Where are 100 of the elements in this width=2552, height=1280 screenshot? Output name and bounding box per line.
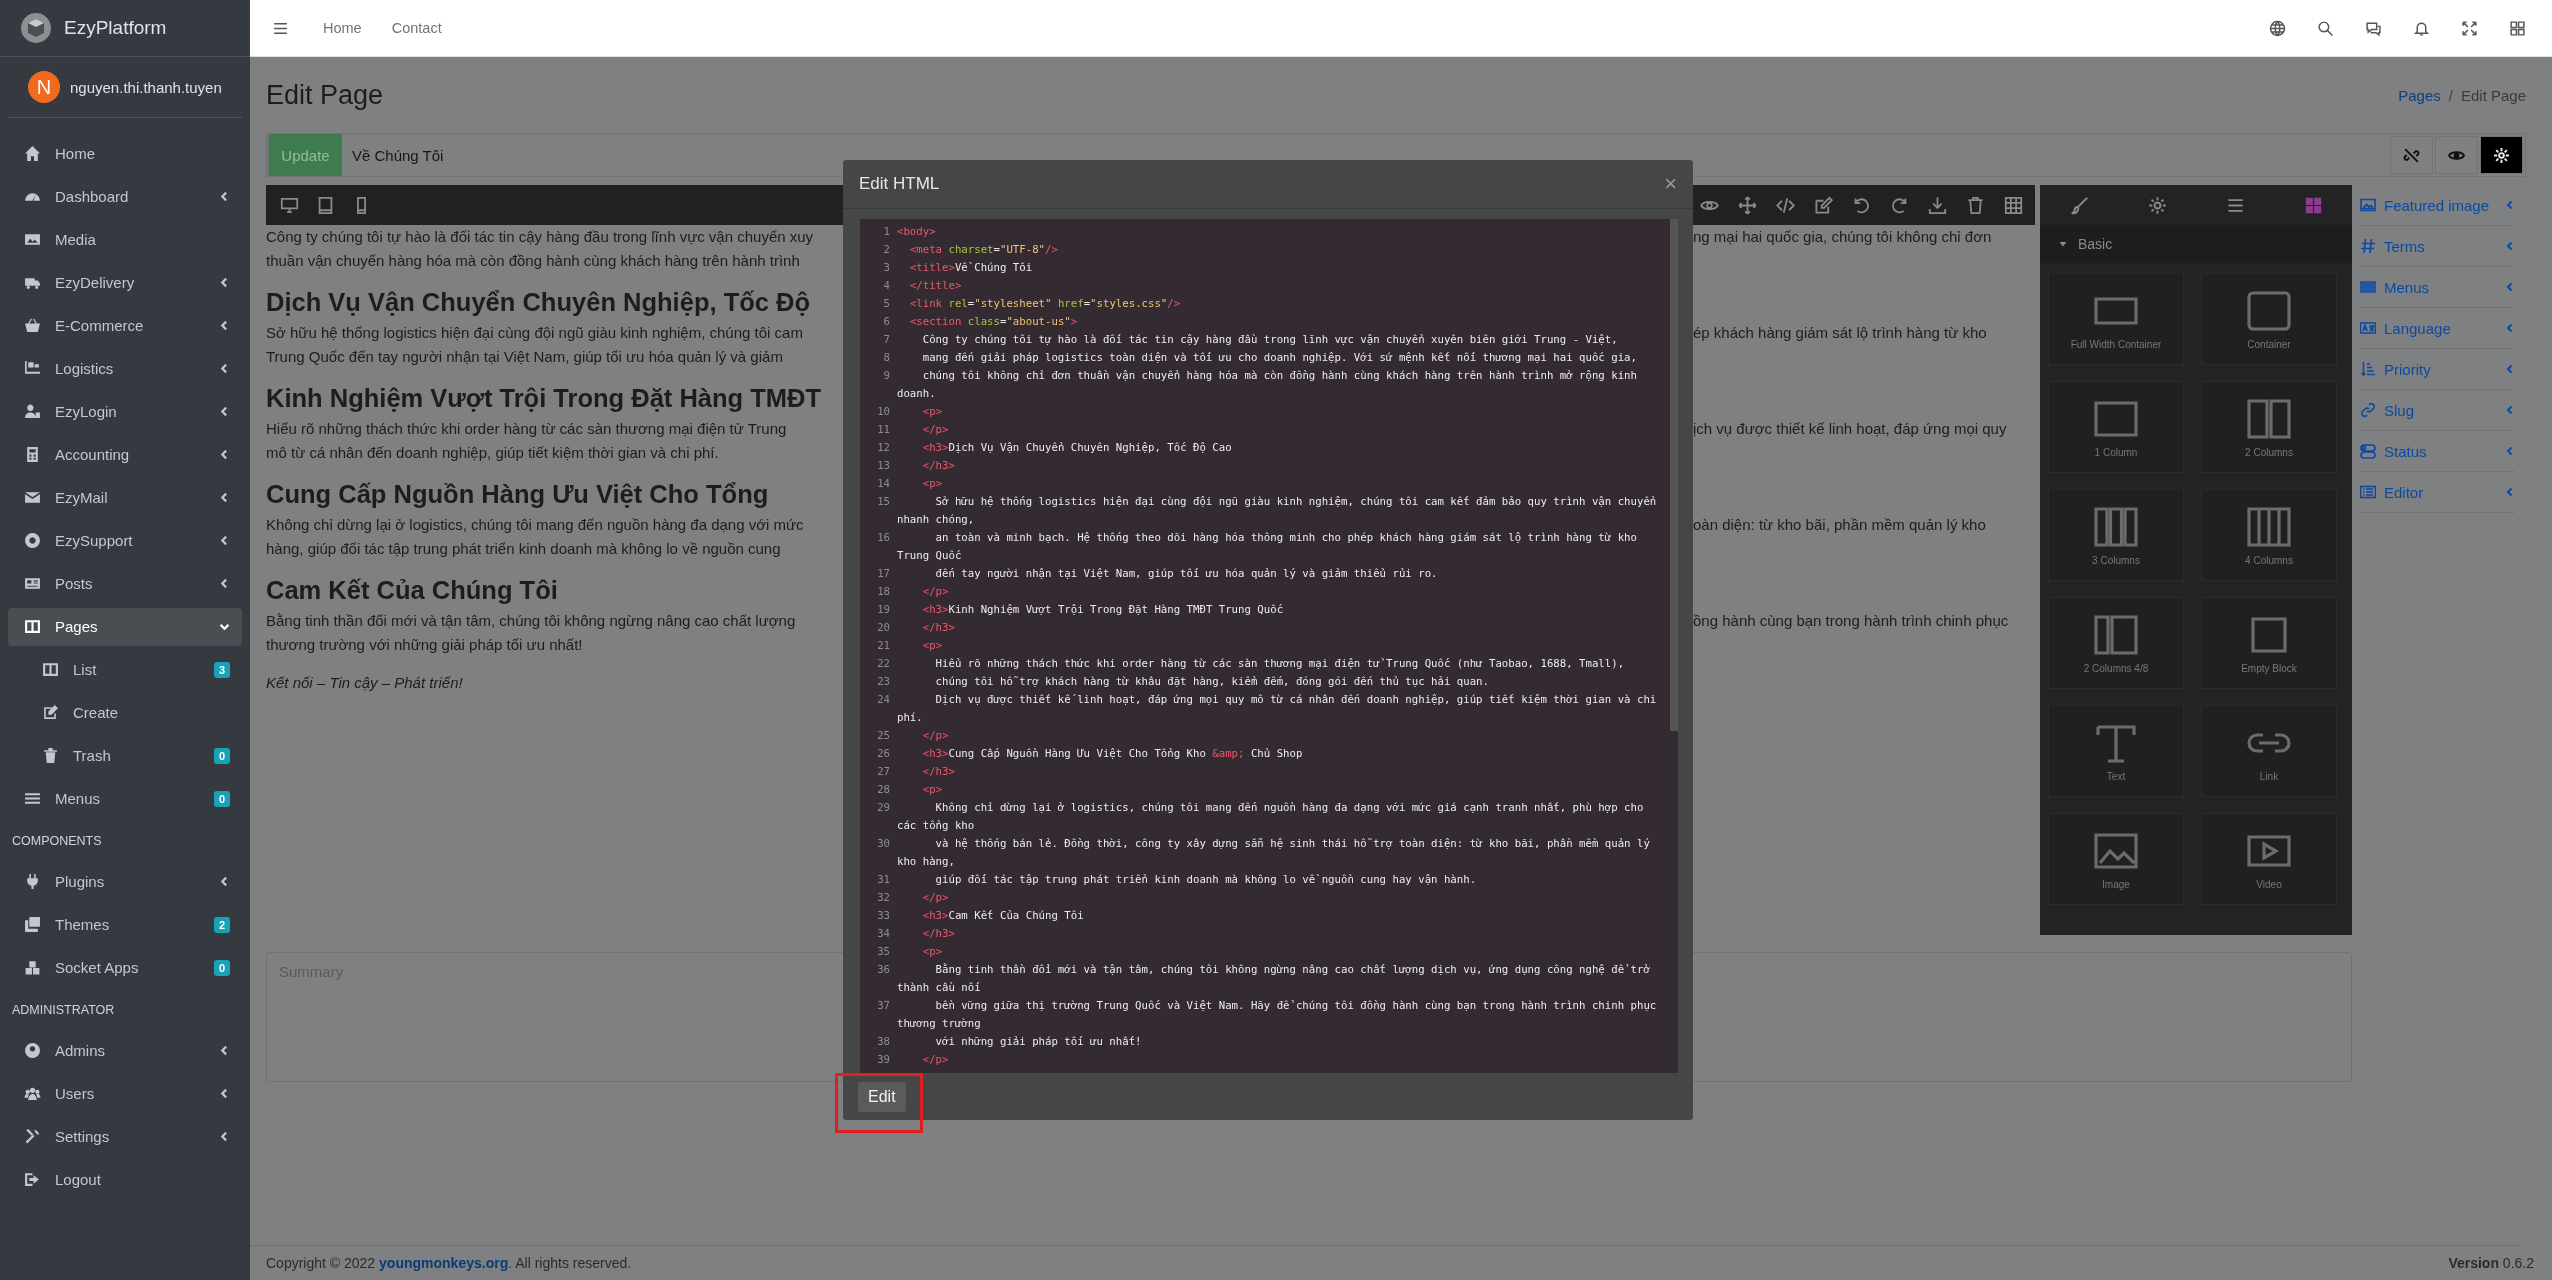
line-number: 8	[882, 350, 891, 366]
block-item[interactable]: Link	[2201, 705, 2337, 797]
sidebar-item[interactable]: EzyDelivery	[8, 263, 242, 302]
code-line: </h3>	[921, 926, 956, 942]
tablet-icon[interactable]	[316, 195, 335, 215]
paragraph-text: oàn diện: từ kho bãi, phần mềm quản lý kho	[1693, 515, 1986, 535]
sidebar-subitem[interactable]: Create	[8, 693, 242, 732]
gear-icon	[2147, 195, 2167, 215]
sidebar-item[interactable]: E-Commerce	[8, 306, 242, 345]
search-icon[interactable]	[2317, 19, 2334, 37]
grid-icon[interactable]	[2004, 195, 2023, 215]
edit-icon[interactable]	[1814, 195, 1833, 215]
line-number: 35	[876, 944, 891, 960]
count-badge: 0	[213, 747, 230, 764]
tagline-text: Kết nối – Tin cậy – Phát triển!	[266, 673, 464, 693]
block-item[interactable]: 2 Columns	[2201, 381, 2337, 473]
paragraph-text: mô từ cá nhân đến doanh nghiệp, giúp tiết kiệm thời gian và chi phí.	[266, 443, 720, 463]
chevron-left-icon	[2505, 282, 2515, 292]
section-heading: Cung Cấp Nguồn Hàng Ưu Việt Cho Tổng	[266, 479, 770, 510]
sidebar-item[interactable]: Admins	[8, 1031, 242, 1070]
settings-button[interactable]	[2480, 136, 2523, 174]
sidebar-item[interactable]: Accounting	[8, 435, 242, 474]
chevron-left-icon	[2505, 487, 2515, 497]
caret-icon	[2058, 239, 2068, 249]
paragraph-text: Không chỉ dừng lại ở logistics, chúng tôi mang đến nguồn hàng đa dạng với mức	[266, 515, 805, 535]
code-line: </p>	[921, 728, 950, 744]
sidebar-item[interactable]: EzyMail	[8, 478, 242, 517]
plug-icon	[24, 873, 41, 890]
sidebar-subitem[interactable]: List 3	[8, 650, 242, 689]
code-icon[interactable]	[1776, 195, 1795, 215]
edit-button[interactable]: Edit	[858, 1081, 906, 1112]
block-item[interactable]: Container	[2201, 273, 2337, 365]
trash-icon[interactable]	[1966, 195, 1985, 215]
sidebar-item[interactable]: Pages	[8, 607, 242, 646]
sidebar-item[interactable]: EzySupport	[8, 521, 242, 560]
sidebar-item[interactable]: Plugins	[8, 862, 242, 901]
sidebar-item[interactable]: Users	[8, 1074, 242, 1113]
sidebar-item[interactable]: Themes 2	[8, 905, 242, 944]
globe-icon[interactable]	[2269, 19, 2286, 37]
user-name[interactable]: nguyen.thi.thanh.tuyen	[70, 78, 222, 96]
unlink-button[interactable]	[2390, 136, 2433, 174]
chat-icon[interactable]	[2365, 19, 2382, 37]
block-item[interactable]: 4 Columns	[2201, 489, 2337, 581]
line-number: 9	[882, 368, 891, 384]
line-number: 18	[876, 584, 891, 600]
sidebar-item[interactable]: Home	[8, 134, 242, 173]
block-item[interactable]: 1 Column	[2048, 381, 2184, 473]
code-line: </p>	[921, 422, 950, 438]
block-item[interactable]: Image	[2048, 813, 2184, 905]
move-icon[interactable]	[1738, 195, 1757, 215]
line-number: 21	[876, 638, 891, 654]
sidebar-item[interactable]: Dashboard	[8, 177, 242, 216]
sidebar-item[interactable]: EzyLogin	[8, 392, 242, 431]
code-line: với những giải pháp tối ưu nhất!	[934, 1034, 1143, 1050]
sidebar-item[interactable]: Logout	[8, 1160, 242, 1199]
sidebar-subitem[interactable]: Trash 0	[8, 736, 242, 775]
undo-icon[interactable]	[1852, 195, 1871, 215]
sidebar-item[interactable]: Settings	[8, 1117, 242, 1156]
expand-icon[interactable]	[2461, 19, 2478, 37]
block-item[interactable]: Video	[2201, 813, 2337, 905]
block-item[interactable]: Full Width Container	[2048, 273, 2184, 365]
block-item[interactable]: 3 Columns	[2048, 489, 2184, 581]
code-line: Dịch vụ được thiết kế linh hoạt, đáp ứng mọi quy mô từ cá nhân đến doanh nghiệp, giúp tiết kiệm thời gian và chi phí.	[897, 692, 1658, 726]
line-number: 38	[876, 1034, 891, 1050]
count-badge: 2	[213, 916, 230, 933]
line-number: 2	[882, 242, 891, 258]
square-icon	[2244, 288, 2294, 333]
nav-link[interactable]: Home	[323, 20, 362, 36]
line-number: 5	[882, 296, 891, 312]
preview-button[interactable]	[2435, 136, 2478, 174]
monitor-icon[interactable]	[280, 195, 299, 215]
line-number: 39	[876, 1052, 891, 1068]
paragraph-text: Công ty chúng tôi tự hào là đối tác tin cậy hàng đầu trong lĩnh vực vận chuyển xuy	[266, 227, 815, 247]
code-line: <section class="about-us">	[908, 314, 1079, 330]
code-line: </p>	[921, 1052, 950, 1068]
section-heading: Kinh Nghiệm Vượt Trội Trong Đặt Hàng TMĐT	[266, 383, 823, 414]
block-item[interactable]: Text	[2048, 705, 2184, 797]
nav-link[interactable]: Contact	[391, 20, 442, 36]
brand-name[interactable]: EzyPlatform	[64, 17, 167, 39]
sidebar-item[interactable]: Media	[8, 220, 242, 259]
breadcrumb-link[interactable]: Pages	[2398, 86, 2441, 104]
block-item[interactable]: 2 Columns 4/8	[2048, 597, 2184, 689]
redo-icon[interactable]	[1890, 195, 1909, 215]
grid-icon[interactable]	[2509, 19, 2526, 37]
bell-icon[interactable]	[2413, 19, 2430, 37]
code-line: chúng tôi hỗ trợ khách hàng từ khâu đặt hàng, kiểm đếm, đóng gói đến thủ tục hải quan.	[934, 674, 1490, 690]
line-number: 30	[876, 836, 891, 852]
sidebar-item[interactable]: Socket Apps 0	[8, 948, 242, 987]
version-text: Version 0.6.2	[2448, 1255, 2534, 1271]
link-icon	[2360, 402, 2376, 418]
block-item[interactable]: Empty Block	[2201, 597, 2337, 689]
block-group-header[interactable]: Basic	[2040, 225, 2352, 263]
sidebar-item[interactable]: Posts	[8, 564, 242, 603]
edit-icon	[42, 704, 59, 721]
logo-icon	[20, 12, 52, 44]
download-icon[interactable]	[1928, 195, 1947, 215]
sidebar-item[interactable]: Menus 0	[8, 779, 242, 818]
scrollbar[interactable]	[1670, 219, 1678, 732]
sidebar-item[interactable]: Logistics	[8, 349, 242, 388]
paragraph-text: Hiểu rõ những thách thức khi order hàng từ các sàn thương mại điện tử Trung	[266, 419, 788, 439]
